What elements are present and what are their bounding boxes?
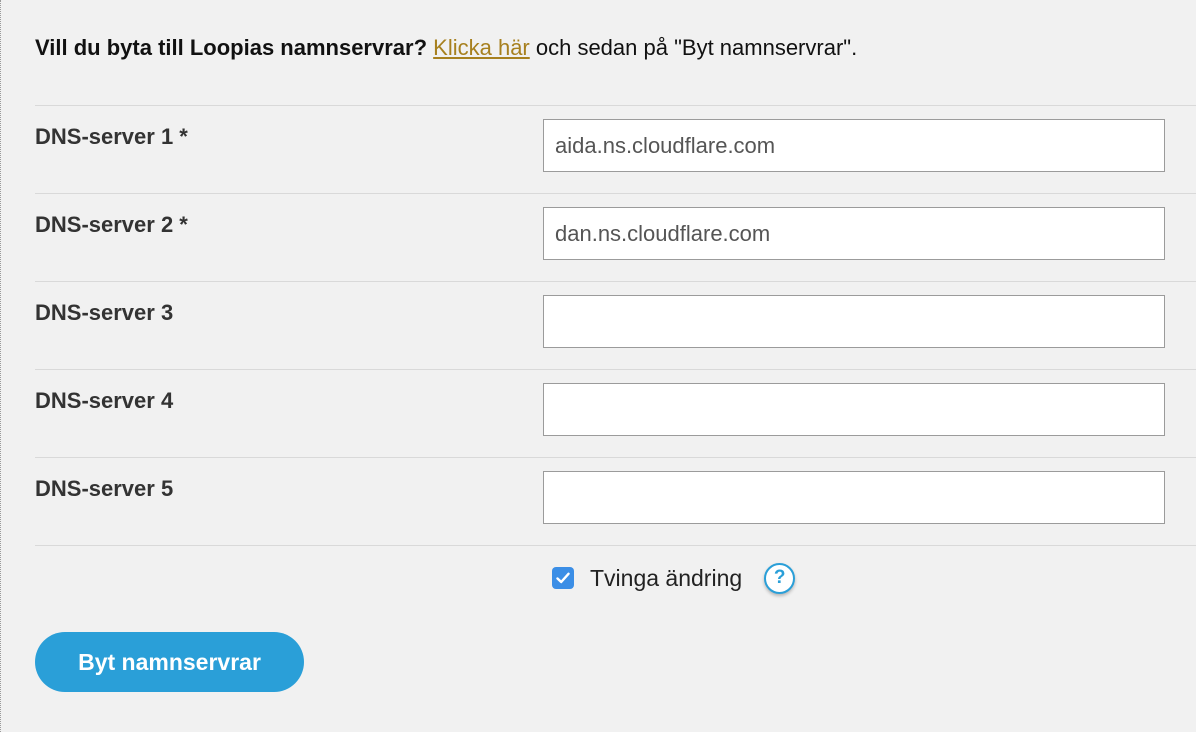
dns-server-row-2: DNS-server 2 * [35, 193, 1196, 281]
dns-server-row-4: DNS-server 4 [35, 369, 1196, 457]
dns-server-3-input[interactable] [543, 295, 1165, 348]
force-change-row: Tvinga ändring ? [552, 560, 796, 596]
intro-question: Vill du byta till Loopias namnservrar? [35, 35, 428, 60]
dns-server-4-label: DNS-server 4 [35, 388, 174, 413]
question-mark-icon[interactable]: ? [764, 562, 796, 594]
dns-server-2-label: DNS-server 2 * [35, 212, 188, 237]
force-change-label: Tvinga ändring [590, 564, 743, 591]
dns-server-5-label: DNS-server 5 [35, 476, 174, 501]
dns-server-4-input[interactable] [543, 383, 1165, 436]
change-nameservers-button[interactable]: Byt namnservrar [35, 632, 304, 692]
dns-server-5-input[interactable] [543, 471, 1165, 524]
dns-server-row-3: DNS-server 3 [35, 281, 1196, 369]
panel-left-border [0, 0, 1, 732]
form-divider [35, 545, 1196, 546]
dns-server-1-input[interactable] [543, 119, 1165, 172]
dns-server-1-label: DNS-server 1 * [35, 124, 188, 149]
dns-server-2-input[interactable] [543, 207, 1165, 260]
click-here-link[interactable]: Klicka här [433, 35, 530, 60]
intro-rest: och sedan på "Byt namnservrar". [529, 35, 858, 60]
dns-server-form: DNS-server 1 * DNS-server 2 * DNS-server… [35, 105, 1196, 545]
dns-server-3-label: DNS-server 3 [35, 300, 174, 325]
checkmark-icon [556, 572, 570, 584]
dns-server-row-5: DNS-server 5 [35, 457, 1196, 545]
dns-server-row-1: DNS-server 1 * [35, 105, 1196, 193]
force-change-checkbox[interactable] [552, 567, 574, 589]
intro-text: Vill du byta till Loopias namnservrar? K… [35, 33, 857, 63]
